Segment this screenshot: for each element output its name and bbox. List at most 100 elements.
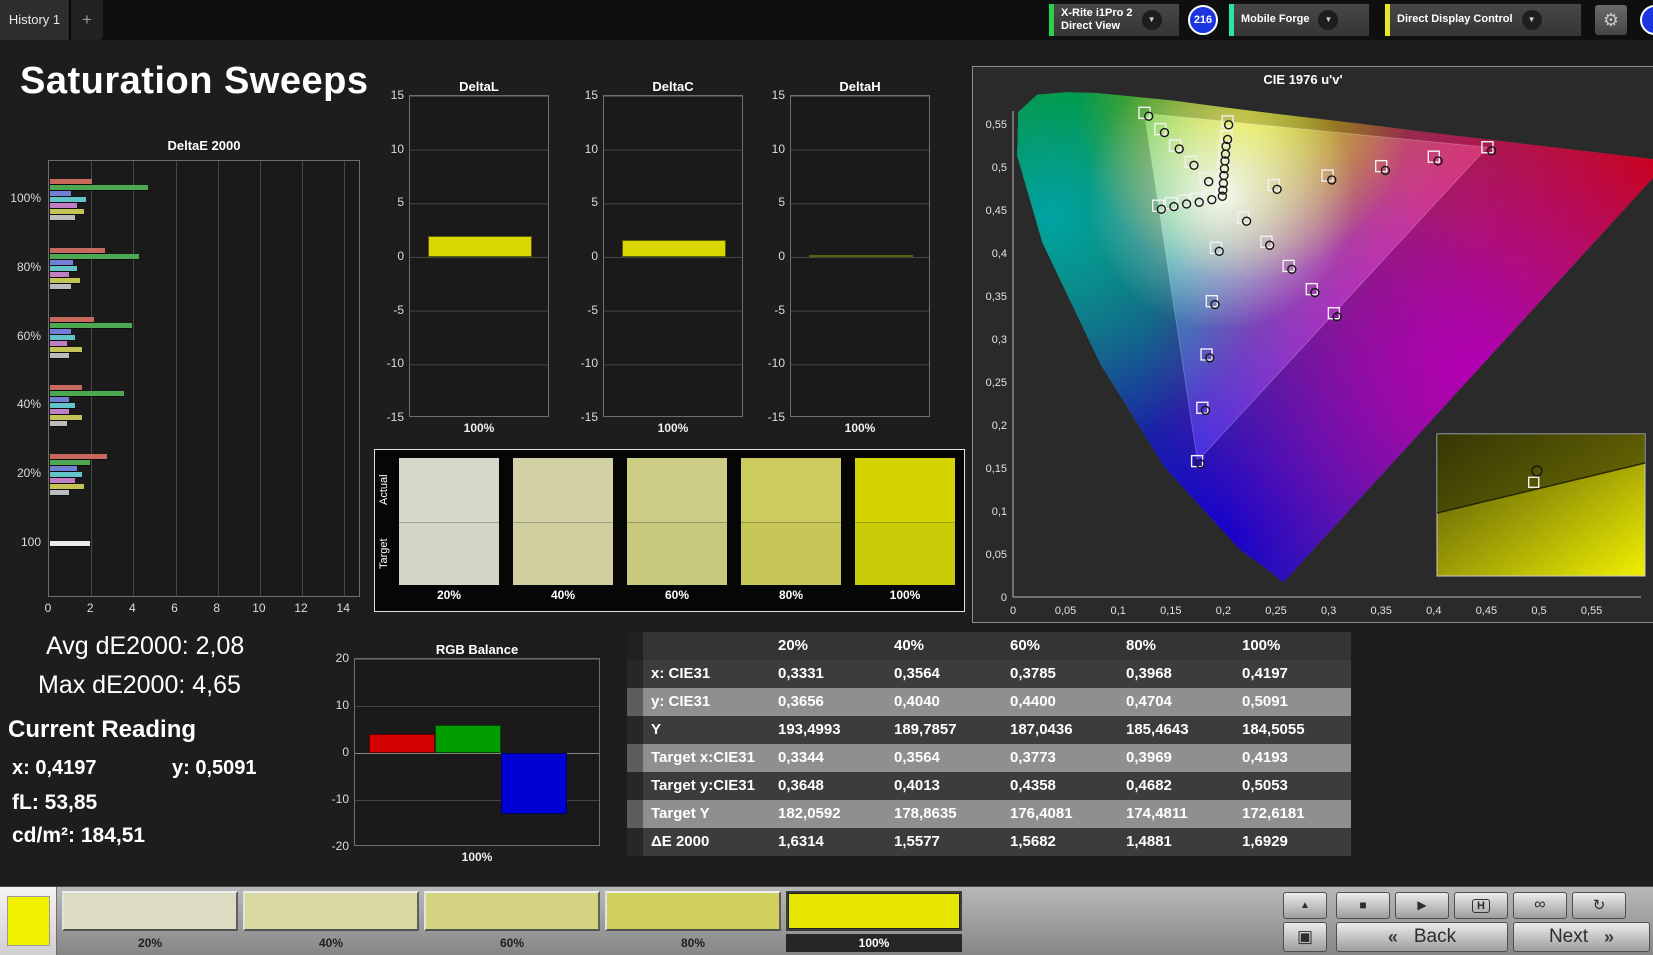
saturation-swatch-60%[interactable] (424, 891, 600, 931)
chart-title: CIE 1976 u'v' (1263, 72, 1342, 87)
current-reading-cdm2: cd/m²: 184,51 (12, 824, 145, 848)
swatch-column: 60% (627, 458, 727, 610)
play-button[interactable]: ▶ (1395, 892, 1449, 919)
settings-button[interactable]: ⚙ (1594, 4, 1628, 36)
axis-tick-label: -5 (558, 303, 598, 317)
swatch-label: 60% (424, 934, 600, 952)
deltaC-chart: DeltaC 100% 151050-5-10-15 (558, 79, 748, 441)
continuous-measure-button[interactable]: ∞ (1513, 892, 1567, 919)
read-button[interactable]: H (1454, 892, 1508, 919)
back-button[interactable]: « Back (1336, 922, 1508, 952)
gridline (260, 161, 261, 596)
table-cell: 0,3773 (1002, 744, 1118, 772)
row-label: ΔE 2000 (643, 828, 770, 856)
saturation-swatch-20%[interactable] (62, 891, 238, 931)
gridline (133, 161, 134, 596)
table-cell: 187,0436 (1002, 716, 1118, 744)
target-row-label: Target (378, 522, 393, 586)
reading-count-badge[interactable]: 216 (1188, 5, 1218, 35)
chevron-down-icon[interactable]: ▼ (1318, 10, 1338, 30)
deltae-bar (50, 191, 71, 196)
panel-up-button[interactable]: ▲ (1283, 892, 1327, 919)
pattern-window-button[interactable]: ▣ (1283, 922, 1327, 952)
actual-swatch (741, 458, 841, 523)
axis-tick-label: -15 (364, 410, 404, 424)
table-row: Target y:CIE310,36480,40130,43580,46820,… (627, 772, 1351, 800)
display-control-label: Direct Display Control (1390, 13, 1520, 26)
add-tab-button[interactable]: + (71, 0, 103, 40)
axis-tick-label: 0,1 (1111, 605, 1126, 617)
deltae-bar (50, 209, 84, 214)
back-label: Back (1414, 923, 1456, 951)
top-bar: History 1 + X-Rite i1Pro 2 Direct View ▼… (0, 0, 1653, 40)
history-tab[interactable]: History 1 (0, 0, 70, 40)
table-cell: 0,5091 (1234, 688, 1350, 716)
actual-swatch (513, 458, 613, 523)
axis-tick-label: 0,45 (1476, 605, 1497, 617)
partial-badge (1640, 5, 1653, 35)
display-control-selector[interactable]: Direct Display Control ▼ (1384, 3, 1582, 37)
axis-tick-label: 0,3 (992, 334, 1007, 346)
target-swatch (741, 523, 841, 585)
meter-selector[interactable]: X-Rite i1Pro 2 Direct View ▼ (1048, 3, 1180, 37)
swatch-label: 80% (741, 588, 841, 602)
saturation-swatch-80%[interactable] (605, 891, 781, 931)
chart-title: DeltaH (790, 79, 930, 94)
axis-tick-label: 10 (309, 698, 349, 712)
chevron-down-icon[interactable]: ▼ (1522, 10, 1542, 30)
rgb-bar-green (435, 725, 501, 753)
deltae-bar (50, 415, 82, 420)
stop-button[interactable]: ■ (1336, 892, 1390, 919)
swatch-column: 80% (741, 458, 841, 610)
up-arrow-icon: ▲ (1300, 900, 1310, 911)
row-label: Target y:CIE31 (643, 772, 770, 800)
deltae-bar (50, 341, 67, 346)
play-icon: ▶ (1417, 898, 1426, 912)
gridline (302, 161, 303, 596)
swatch-label: 20% (399, 588, 499, 602)
avg-de2000: Avg dE2000: 2,08 (46, 632, 244, 661)
table-cell: 0,4400 (1002, 688, 1118, 716)
swatch-label: 40% (243, 934, 419, 952)
deltae-bar (50, 391, 124, 396)
deltae-bar (50, 484, 84, 489)
target-swatch (627, 523, 727, 585)
source-selector[interactable]: Mobile Forge ▼ (1228, 3, 1370, 37)
axis-tick-label: 80% (8, 260, 41, 274)
table-cell: 182,0592 (770, 800, 886, 828)
table-gutter (627, 828, 643, 856)
table-cell: 172,6181 (1234, 800, 1350, 828)
axis-tick-label: 0 (364, 249, 404, 263)
cie-1976-diagram: CIE 1976 u'v' 00,050,10,150,20,250,30,35… (972, 66, 1653, 623)
axis-tick-label: 0,25 (986, 377, 1007, 389)
axis-tick-label: 60% (8, 329, 41, 343)
refresh-button[interactable]: ↻ (1572, 892, 1626, 919)
chevron-down-icon[interactable]: ▼ (1142, 10, 1162, 30)
deltae-bar (50, 179, 92, 184)
axis-tick-label: -5 (364, 303, 404, 317)
table-cell: 0,4682 (1118, 772, 1234, 800)
axis-tick-label: 10 (247, 601, 271, 615)
saturation-swatch-strip: 20%40%60%80%100% (0, 887, 1000, 955)
table-cell: 0,3648 (770, 772, 886, 800)
axis-label: 100% (409, 421, 549, 435)
saturation-swatch-100%[interactable] (786, 891, 962, 931)
table-cell: 1,6314 (770, 828, 886, 856)
row-label: Target x:CIE31 (643, 744, 770, 772)
axis-tick-label: -10 (558, 356, 598, 370)
axis-tick-label: 20% (8, 466, 41, 480)
deltae-bar (50, 421, 67, 426)
next-button[interactable]: Next » (1513, 922, 1650, 952)
table-cell: 0,3785 (1002, 660, 1118, 688)
deltae-bar (50, 215, 75, 220)
saturation-swatch-40%[interactable] (243, 891, 419, 931)
meter-name: X-Rite i1Pro 2 (1061, 7, 1133, 20)
axis-tick-label: 0 (309, 745, 349, 759)
table-gutter (627, 660, 643, 688)
meter-label: X-Rite i1Pro 2 Direct View (1054, 7, 1140, 33)
chart-title: DeltaE 2000 (48, 138, 360, 153)
table-cell: 0,3968 (1118, 660, 1234, 688)
axis-tick-label: 10 (364, 142, 404, 156)
axis-tick-label: 12 (289, 601, 313, 615)
axis-tick-label: 8 (205, 601, 229, 615)
